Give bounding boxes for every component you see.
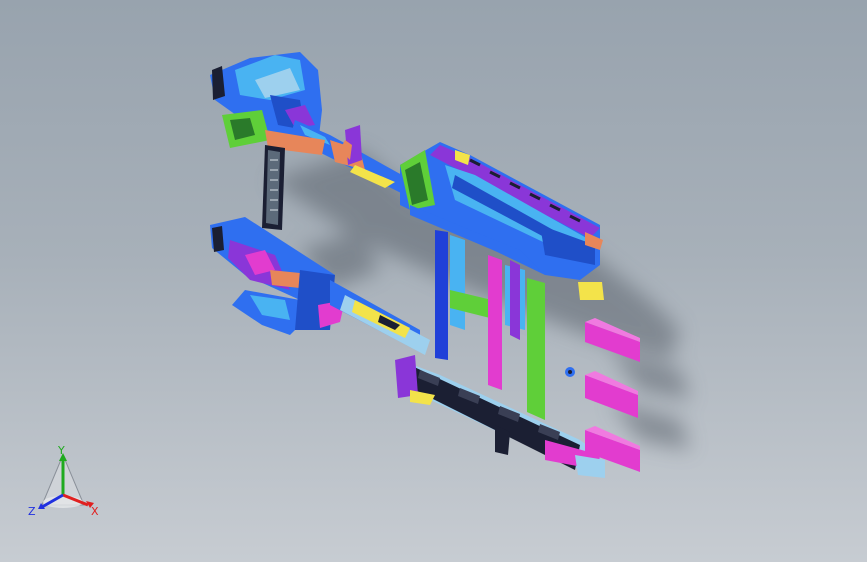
z-axis-label: Z <box>28 505 36 518</box>
loose-bracket-2[interactable] <box>585 371 638 418</box>
model-assembly[interactable] <box>0 0 867 562</box>
left-vertical-post[interactable] <box>262 145 285 230</box>
lower-front-subframe[interactable] <box>210 217 345 335</box>
y-axis-label: Y <box>57 445 65 457</box>
x-axis-label: X <box>91 505 99 518</box>
lower-rail-beam[interactable] <box>330 280 430 355</box>
small-nut-part[interactable] <box>565 367 575 377</box>
coordinate-triad: Y X Z <box>28 445 99 518</box>
graphics-viewport[interactable]: Y X Z <box>0 0 867 562</box>
